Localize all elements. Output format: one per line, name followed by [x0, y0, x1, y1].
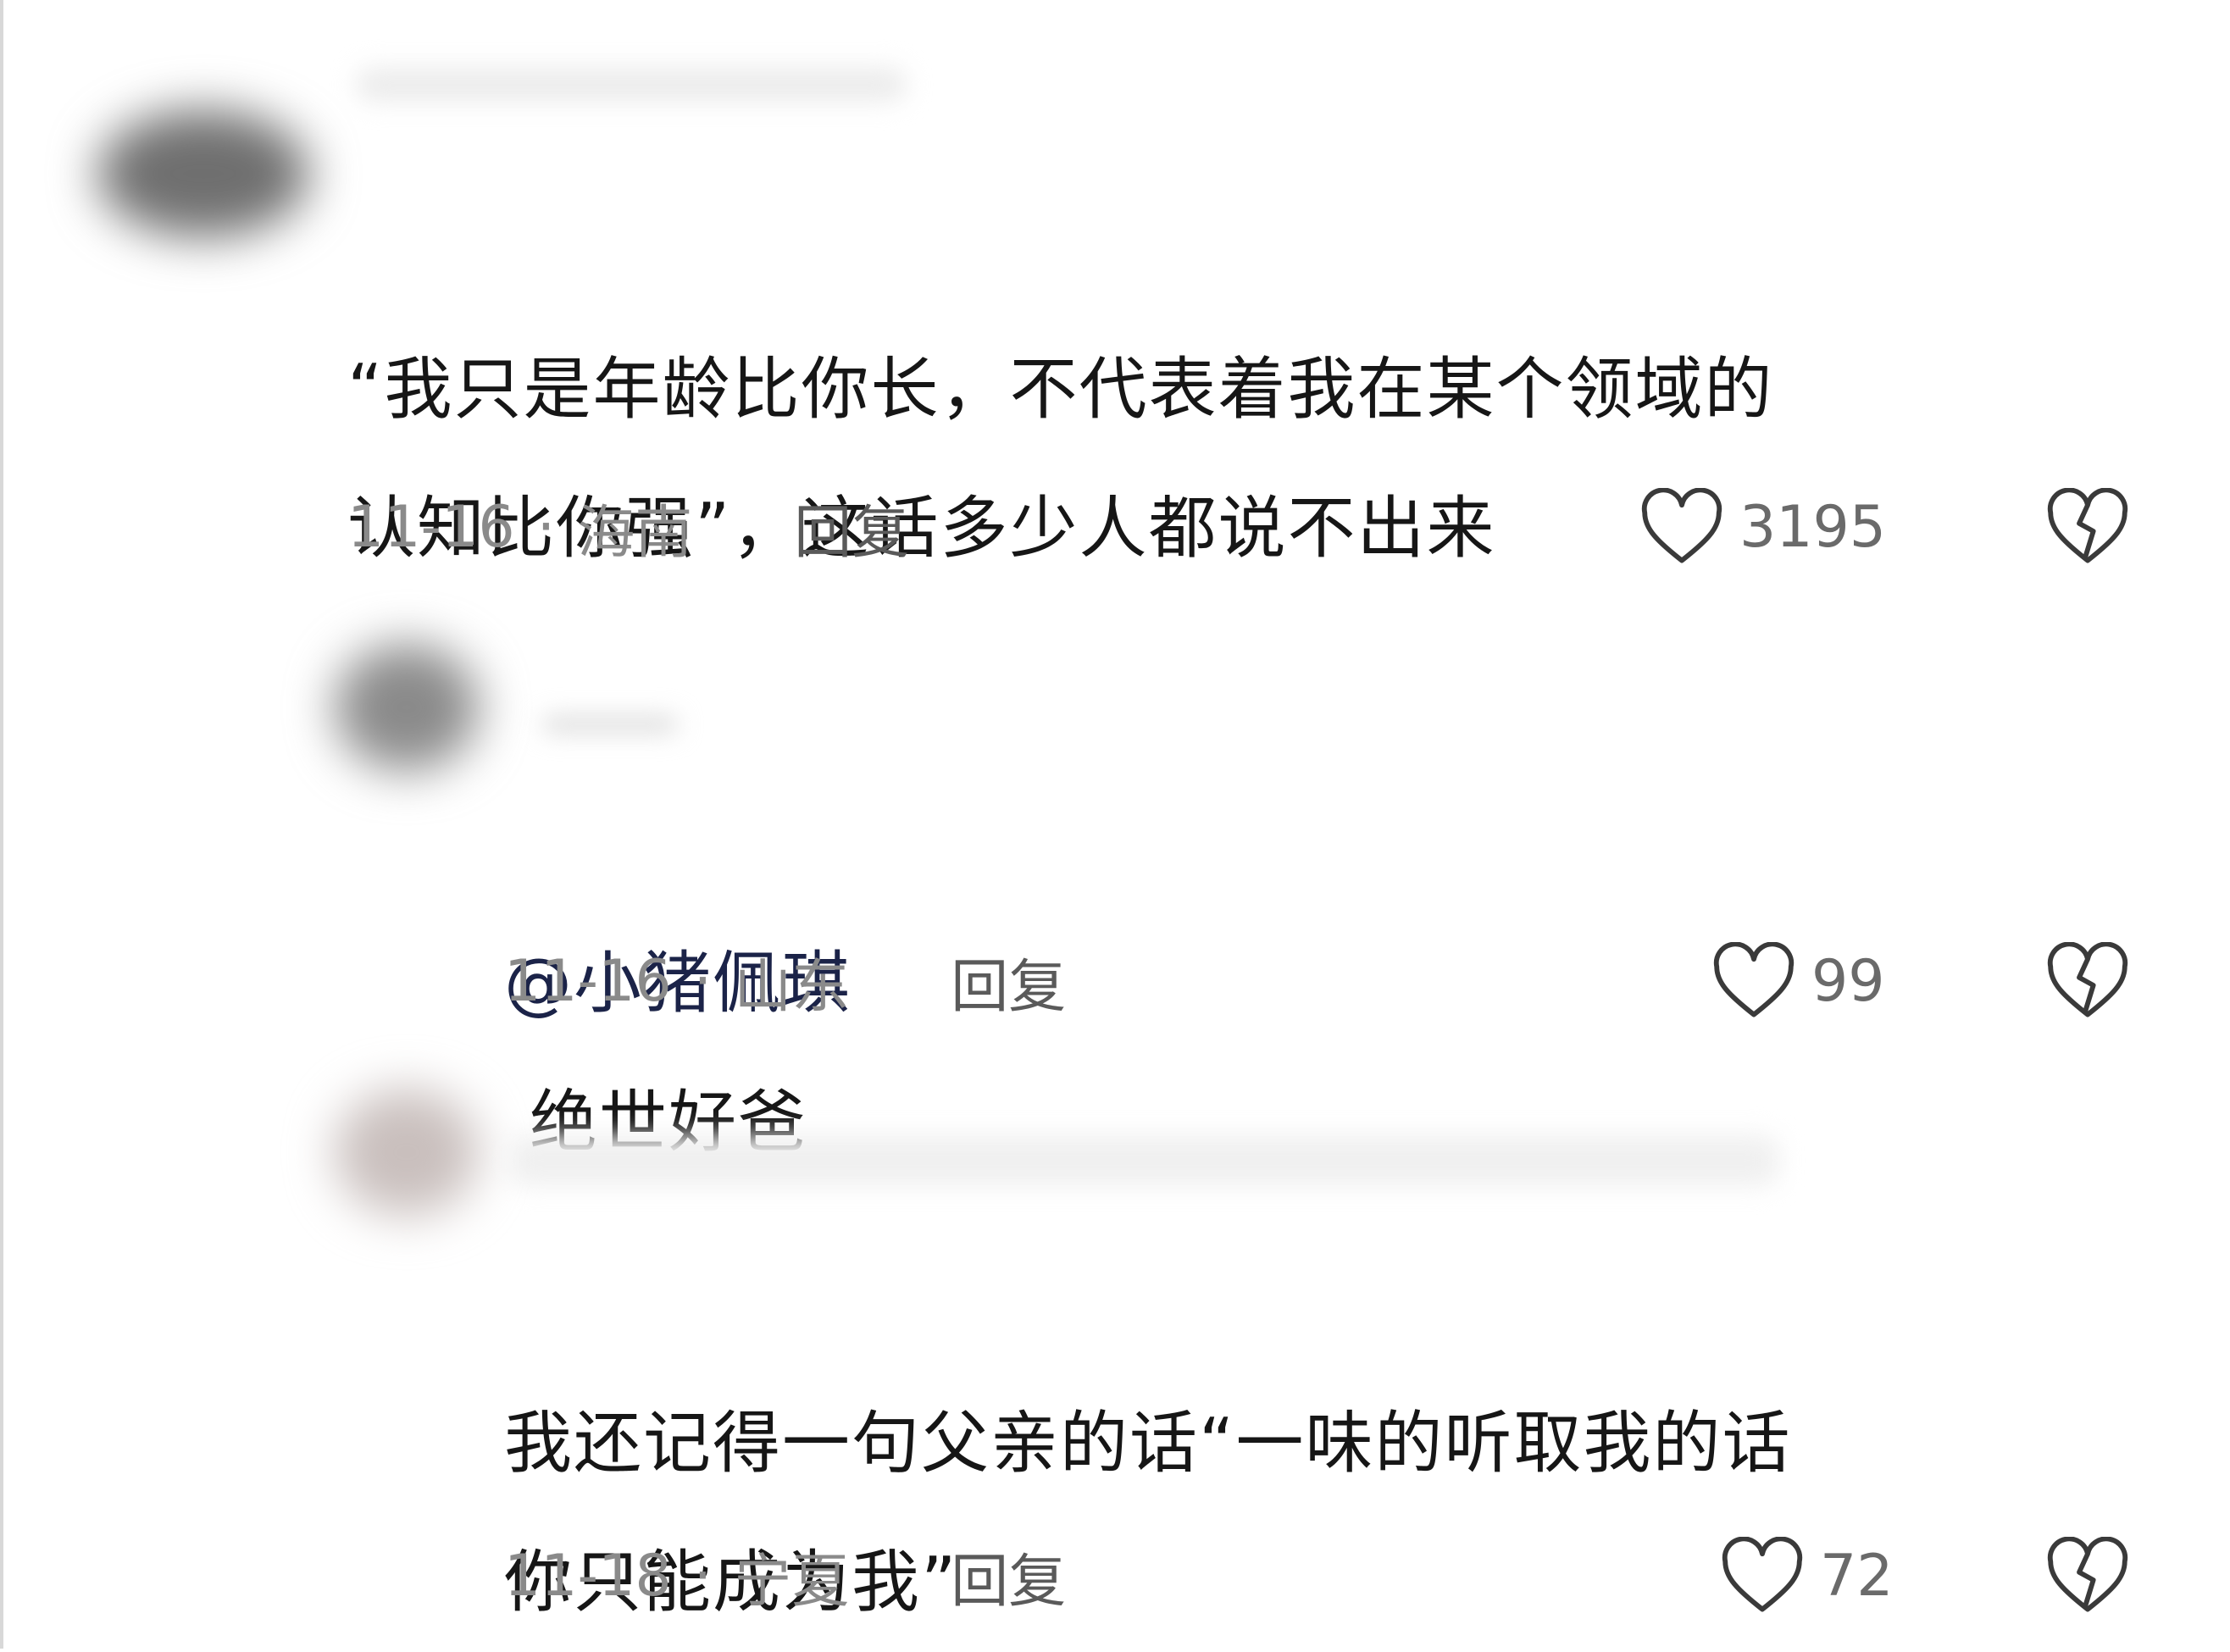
comment-date: 11-16 [347, 493, 515, 561]
dislike-button[interactable] [2044, 1533, 2132, 1618]
comment-date: 11-16 [504, 947, 672, 1015]
reply-button[interactable]: 回复 [794, 485, 909, 569]
heart-outline-icon [1722, 1537, 1803, 1612]
avatar[interactable] [335, 644, 479, 771]
reply-button[interactable]: 回复 [951, 940, 1066, 1023]
heart-outline-icon [1713, 942, 1795, 1017]
like-count: 99 [1811, 947, 1885, 1015]
avatar[interactable] [335, 1089, 479, 1216]
broken-heart-icon [2047, 488, 2128, 563]
page-left-edge [0, 0, 3, 1649]
like-button[interactable]: 99 [1711, 939, 1885, 1023]
meta-separator: · [693, 947, 713, 1015]
avatar[interactable] [97, 110, 309, 237]
broken-heart-icon [2047, 942, 2128, 1017]
like-button[interactable]: 3195 [1639, 485, 1886, 569]
comment-location: 山东 [734, 953, 850, 1021]
comment-location: 宁夏 [734, 1548, 850, 1616]
comment-date: 11-18 [504, 1542, 672, 1610]
meta-separator: · [693, 1542, 713, 1610]
reply-button[interactable]: 回复 [951, 1534, 1066, 1618]
like-count: 72 [1820, 1542, 1894, 1610]
dislike-button[interactable] [2044, 939, 2132, 1023]
like-button[interactable]: 72 [1720, 1533, 1894, 1618]
username-redacted[interactable] [542, 716, 678, 733]
heart-outline-icon [1641, 488, 1722, 563]
comment-location: 海南 [577, 499, 693, 567]
username-redacted[interactable] [356, 68, 907, 102]
meta-separator: · [536, 493, 556, 561]
comment-meta: 11-16 · 海南 回复 [347, 485, 909, 569]
comment-meta: 11-18 · 宁夏 回复 [504, 1533, 1066, 1618]
like-count: 3195 [1739, 493, 1887, 561]
dislike-button[interactable] [2044, 485, 2132, 569]
username-redacted[interactable] [508, 1135, 1779, 1186]
broken-heart-icon [2047, 1537, 2128, 1612]
comment-meta: 11-16 · 山东 回复 [504, 939, 1066, 1023]
